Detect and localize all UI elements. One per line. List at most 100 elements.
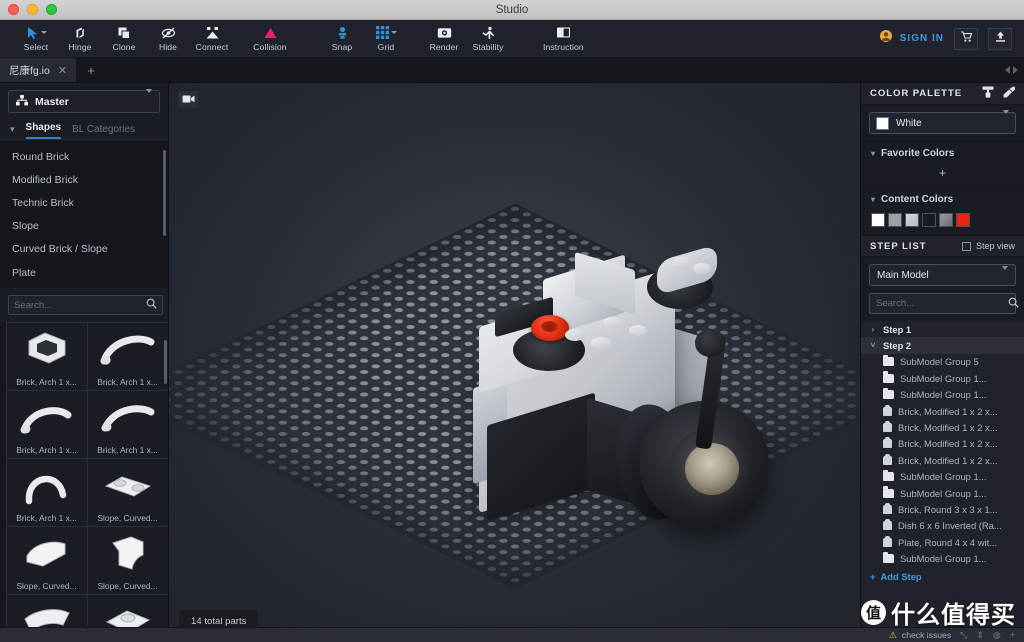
tool-stability[interactable]: Stability — [466, 20, 510, 58]
hide-icon[interactable]: ◍ — [993, 630, 1001, 641]
step-search-input[interactable] — [876, 298, 1008, 309]
total-parts-label: 14 total parts — [191, 615, 247, 627]
step-search-box[interactable] — [869, 293, 1019, 314]
part-tile[interactable]: Brick, Arch 1 x... — [5, 322, 88, 391]
step-row-step-2[interactable]: ˅ Step 2 — [861, 337, 1024, 354]
tab-bl-categories[interactable]: BL Categories — [72, 124, 135, 139]
model-selector[interactable]: Master — [8, 88, 160, 113]
part-tile[interactable]: Brick, Arch 1 x... — [86, 322, 168, 391]
step-row-step-1[interactable]: › Step 1 — [861, 321, 1024, 337]
chevron-down-icon[interactable]: ▾ — [10, 124, 15, 139]
category-modified-brick[interactable]: Modified Brick — [0, 168, 168, 191]
step-view-toggle[interactable]: Step view — [961, 241, 1015, 251]
search-input[interactable] — [14, 299, 146, 311]
part-tile[interactable]: Slope, Curved... — [5, 525, 88, 595]
check-issues-group[interactable]: ⚠ check issues ⤡ ⇕ ◍ + — [889, 630, 1024, 641]
step-row-item[interactable]: SubModel Group 1... — [861, 370, 1024, 386]
tool-select[interactable]: Select — [14, 20, 58, 58]
part-name: Brick, Arch 1 x... — [16, 512, 77, 523]
document-tab[interactable]: 尼康fg.io ✕ — [0, 58, 78, 82]
step-tree[interactable]: › Step 1 ˅ Step 2 SubModel Group 5 SubMo… — [861, 321, 1024, 642]
parts-grid-scrollbar[interactable] — [164, 340, 167, 385]
part-thumbnail — [7, 391, 87, 445]
sign-in-button[interactable]: SIGN IN — [879, 29, 944, 48]
color-selector[interactable]: White — [869, 110, 1016, 134]
new-tab-button[interactable]: + — [77, 58, 105, 82]
color-swatch-black[interactable] — [922, 213, 936, 227]
part-tile[interactable]: Brick, Arch 1 x... — [5, 389, 88, 459]
tool-hide[interactable]: Hide — [146, 20, 190, 58]
tool-label: Collision — [253, 42, 287, 52]
category-technic-brick[interactable]: Technic Brick — [0, 191, 168, 214]
category-plate[interactable]: Plate — [0, 261, 168, 284]
paint-roller-icon[interactable] — [982, 86, 994, 101]
tool-instruction[interactable]: Instruction — [538, 20, 589, 58]
step-row-item[interactable]: Dish 6 x 6 Inverted (Ra... — [861, 518, 1024, 534]
category-round-brick[interactable]: Round Brick — [0, 145, 168, 168]
add-step-button[interactable]: + Add Step — [861, 567, 1024, 586]
close-icon[interactable]: ✕ — [58, 64, 67, 77]
tool-grid[interactable]: Grid — [364, 20, 408, 58]
shopping-cart-button[interactable] — [954, 27, 978, 50]
category-curved-brick-slope[interactable]: Curved Brick / Slope — [0, 238, 168, 261]
step-row-item[interactable]: SubModel Group 1... — [861, 550, 1024, 566]
part-tile[interactable]: Brick, Arch 1 x... — [86, 389, 168, 459]
category-list-scrollbar[interactable] — [163, 150, 166, 236]
step-row-item[interactable]: Plate, Round 4 x 4 wit... — [861, 534, 1024, 550]
part-tile[interactable]: Brick, Arch 1 x... — [5, 457, 88, 527]
search-icon[interactable] — [1008, 295, 1019, 313]
color-swatch-medium-stone[interactable] — [888, 213, 902, 227]
step-row-item[interactable]: Brick, Modified 1 x 2 x... — [861, 419, 1024, 435]
expand-vertical-icon[interactable]: ⇕ — [976, 630, 984, 641]
color-swatch-dark-stone[interactable] — [939, 213, 953, 227]
step-row-item[interactable]: Brick, Modified 1 x 2 x... — [861, 452, 1024, 468]
tool-connect[interactable]: Connect — [190, 20, 234, 58]
chevron-left-icon[interactable] — [1005, 66, 1010, 74]
chevron-right-icon[interactable]: › — [869, 325, 877, 334]
part-tile[interactable]: Slope, Curved... — [86, 457, 168, 527]
part-tile[interactable]: Slope, Curved... — [86, 525, 168, 595]
chevron-right-icon[interactable] — [1013, 66, 1018, 74]
tool-snap[interactable]: Snap — [320, 20, 364, 58]
category-slope[interactable]: Slope — [0, 215, 168, 238]
step-row-item[interactable]: Brick, Modified 1 x 2 x... — [861, 403, 1024, 419]
content-colors-header[interactable]: ▾ Content Colors — [861, 188, 1024, 211]
tool-render[interactable]: Render — [422, 20, 466, 58]
tool-clone[interactable]: Clone — [102, 20, 146, 58]
eyedropper-icon[interactable] — [1003, 86, 1016, 101]
add-icon[interactable]: + — [1010, 630, 1015, 641]
color-swatch-white[interactable] — [871, 213, 885, 227]
tool-hinge[interactable]: Hinge — [58, 20, 102, 58]
step-row-item[interactable]: SubModel Group 1... — [861, 387, 1024, 403]
viewport-camera-button[interactable] — [178, 91, 198, 108]
collapse-icon[interactable]: ⤡ — [960, 630, 967, 641]
part-name: Brick, Arch 1 x... — [16, 376, 77, 387]
3d-viewport[interactable]: 14 total parts — [169, 83, 860, 642]
tab-shapes[interactable]: Shapes — [25, 122, 62, 139]
step-item-label: Brick, Round 3 x 3 x 1... — [898, 503, 998, 515]
parts-grid[interactable]: Brick, Arch 1 x... Brick, Arch 1 x... Br… — [0, 322, 168, 642]
parts-search-box[interactable] — [8, 295, 163, 316]
step-row-item[interactable]: Brick, Modified 1 x 2 x... — [861, 436, 1024, 452]
folder-icon — [883, 371, 894, 383]
warning-icon: ⚠ — [888, 629, 897, 640]
add-favorite-color-button[interactable]: + — [861, 165, 1024, 187]
upload-button[interactable] — [988, 27, 1012, 50]
color-selector-wrap: White — [861, 105, 1024, 141]
favorite-colors-header[interactable]: ▾ Favorite Colors — [861, 142, 1024, 165]
cursor-arrow-icon — [25, 25, 47, 40]
step-row-item[interactable]: Brick, Round 3 x 3 x 1... — [861, 501, 1024, 517]
step-row-item[interactable]: SubModel Group 1... — [861, 485, 1024, 501]
part-thumbnail — [7, 527, 87, 581]
lego-camera-model[interactable] — [457, 233, 777, 553]
brick-icon — [883, 519, 892, 531]
color-swatch-red[interactable] — [956, 213, 970, 227]
tool-label: Connect — [195, 42, 229, 52]
step-row-item[interactable]: SubModel Group 5 — [861, 354, 1024, 370]
search-icon[interactable] — [146, 296, 157, 314]
tool-collision[interactable]: Collision — [248, 20, 292, 58]
chevron-down-icon[interactable]: ˅ — [869, 341, 877, 350]
color-swatch-light-stone[interactable] — [905, 213, 919, 227]
step-model-selector[interactable]: Main Model — [869, 264, 1016, 286]
step-row-item[interactable]: SubModel Group 1... — [861, 469, 1024, 485]
